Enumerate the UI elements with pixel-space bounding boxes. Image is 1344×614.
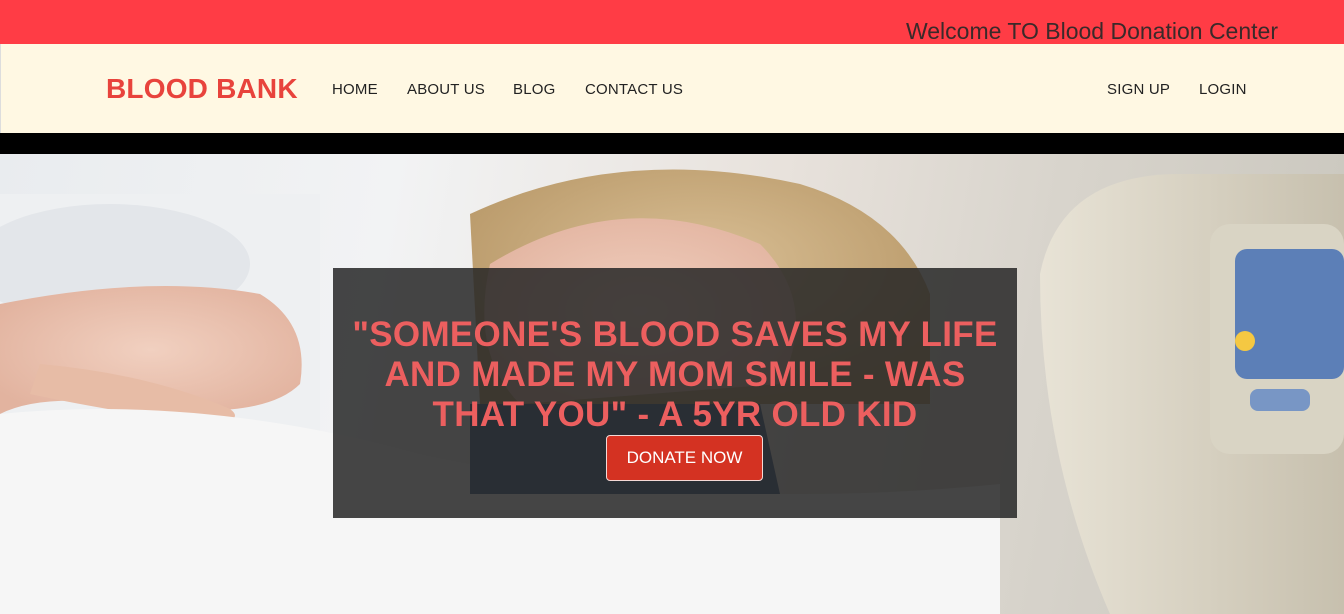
hero-quote-line: "SOMEONE'S BLOOD SAVES MY LIFE xyxy=(352,315,998,354)
hero-quote: "SOMEONE'S BLOOD SAVES MY LIFE AND MADE … xyxy=(333,315,1017,435)
welcome-text: Welcome TO Blood Donation Center xyxy=(905,18,1278,44)
nav-contact-us-link[interactable]: CONTACT US xyxy=(585,81,683,98)
nav-home-link[interactable]: HOME xyxy=(332,81,378,98)
hero-section: "SOMEONE'S BLOOD SAVES MY LIFE AND MADE … xyxy=(0,154,1344,614)
hero-overlay-box: "SOMEONE'S BLOOD SAVES MY LIFE AND MADE … xyxy=(333,268,1017,518)
nav-about-us-link[interactable]: ABOUT US xyxy=(407,81,485,98)
nav-login-link[interactable]: LOGIN xyxy=(1199,81,1247,98)
nav-blog-link[interactable]: BLOG xyxy=(513,81,555,98)
top-banner: Welcome TO Blood Donation Center xyxy=(0,0,1344,44)
navbar: BLOOD BANK HOME ABOUT US BLOG CONTACT US… xyxy=(0,44,1344,133)
donate-now-button[interactable]: DONATE NOW xyxy=(606,435,763,481)
divider-strip xyxy=(0,133,1344,154)
nav-sign-up-link[interactable]: SIGN UP xyxy=(1107,81,1170,98)
hero-quote-line: AND MADE MY MOM SMILE - WAS xyxy=(384,355,966,394)
brand-logo-link[interactable]: BLOOD BANK xyxy=(106,73,298,105)
hero-quote-line: THAT YOU" - A 5YR OLD KID xyxy=(432,395,918,434)
